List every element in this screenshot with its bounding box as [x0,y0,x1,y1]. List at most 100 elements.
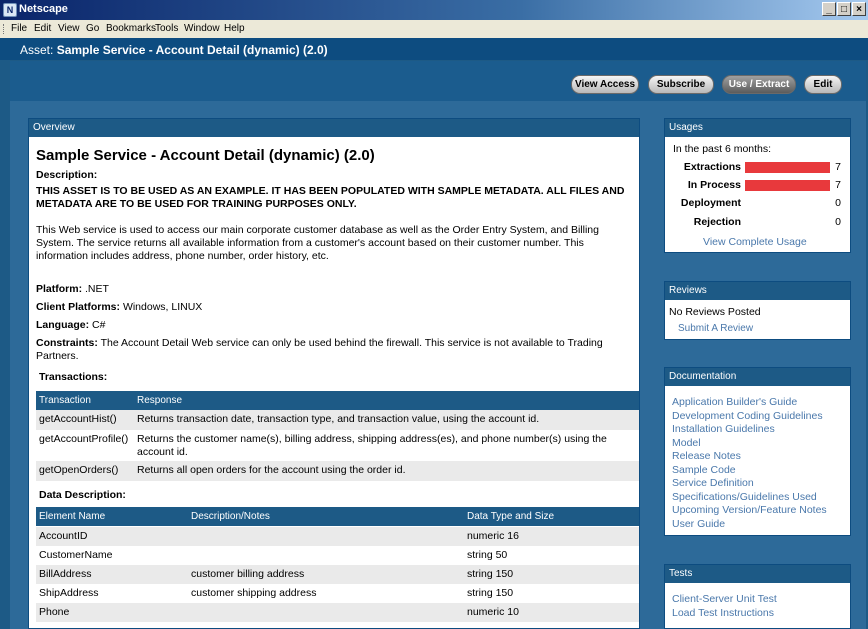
transaction-response: Returns transaction date, transaction ty… [137,413,540,425]
tests-panel: Tests Client-Server Unit Test Load Test … [664,564,851,629]
tests-list: Client-Server Unit Test Load Test Instru… [672,593,777,620]
doc-link-sample-code[interactable]: Sample Code [672,464,827,478]
menu-bookmarks[interactable]: Bookmarks [106,23,156,34]
usage-bar [745,180,830,191]
table-row: CustomerName string 50 [36,546,639,565]
data-element-name: AccountID [39,530,88,542]
data-header: Element Name Description/Notes Data Type… [36,507,639,526]
usage-count: 7 [835,161,841,173]
asset-prefix: Asset: [20,43,54,57]
constraints-label: Constraints: [36,337,98,349]
usage-label: Deployment [680,197,741,209]
transactions-col-transaction: Transaction [39,395,91,406]
asset-heading: Asset: Sample Service - Account Detail (… [20,43,328,57]
menu-view[interactable]: View [58,23,80,34]
page-title: Sample Service - Account Detail (dynamic… [36,147,375,164]
transaction-response: Returns all open orders for the account … [137,464,406,476]
usage-row-deployment: Deployment 0 [665,196,851,212]
doc-link-upcoming-version[interactable]: Upcoming Version/Feature Notes [672,504,827,518]
use-extract-button[interactable]: Use / Extract [722,75,796,94]
data-element-name: CustomerName [39,549,113,561]
data-element-notes: customer billing address [191,568,305,580]
data-description-label: Data Description: [39,489,126,501]
test-link-load-test[interactable]: Load Test Instructions [672,607,777,621]
no-reviews-text: No Reviews Posted [669,306,761,318]
transactions-header: Transaction Response [36,391,639,410]
doc-link-service-definition[interactable]: Service Definition [672,477,827,491]
platform-line: Platform: .NET [36,283,109,295]
transactions-label: Transactions: [39,371,108,383]
data-element-type: numeric 10 [467,606,519,618]
overview-panel: Overview Sample Service - Account Detail… [28,118,640,629]
usages-period: In the past 6 months: [673,143,772,155]
transactions-col-response: Response [137,395,183,406]
subscribe-button[interactable]: Subscribe [648,75,714,94]
usages-header: Usages [665,119,850,137]
minimize-icon[interactable]: _ [822,2,836,16]
client-platforms-label: Client Platforms: [36,301,121,313]
doc-link-user-guide[interactable]: User Guide [672,518,827,532]
data-element-type: numeric 16 [467,530,519,542]
description-notice: THIS ASSET IS TO BE USED AS AN EXAMPLE. … [36,185,625,210]
data-element-name: Phone [39,606,70,618]
window-controls: _ □ × [822,2,866,16]
table-row: ShipAddress customer shipping address st… [36,584,639,603]
menu-edit[interactable]: Edit [34,23,51,34]
doc-link-release-notes[interactable]: Release Notes [672,450,827,464]
menu-file[interactable]: File [11,23,27,34]
doc-link-model[interactable]: Model [672,437,827,451]
transaction-name: getAccountProfile() [39,433,129,445]
documentation-header: Documentation [665,368,850,386]
doc-link-specifications[interactable]: Specifications/Guidelines Used [672,491,827,505]
usage-bar [745,162,830,173]
menu-window[interactable]: Window [184,23,220,34]
description-text: This Web service is used to access our m… [36,224,599,262]
doc-link-dev-coding-guidelines[interactable]: Development Coding Guidelines [672,410,827,424]
netscape-logo-icon: N [3,3,17,17]
data-element-type: string 150 [467,568,514,580]
reviews-panel: Reviews No Reviews Posted Submit A Revie… [664,281,851,340]
toolbar-grip[interactable] [3,24,7,34]
usage-label: Rejection [693,216,741,228]
doc-link-app-builders-guide[interactable]: Application Builder's Guide [672,396,827,410]
menu-help[interactable]: Help [224,23,245,34]
overview-header: Overview [29,119,639,137]
data-col-type: Data Type and Size [467,511,555,522]
client-platforms-line: Client Platforms: Windows, LINUX [36,301,202,313]
menu-go[interactable]: Go [86,23,99,34]
usage-row-extractions: Extractions 7 [665,160,851,176]
usages-panel: Usages In the past 6 months: Extractions… [664,118,851,253]
data-col-element: Element Name [39,511,106,522]
data-element-name: BillAddress [39,568,92,580]
tests-header: Tests [665,565,850,583]
window-title: Netscape [19,3,68,15]
window-titlebar: N Netscape _ □ × [0,0,868,20]
edit-button[interactable]: Edit [804,75,842,94]
menu-tools[interactable]: Tools [155,23,178,34]
view-complete-usage-link[interactable]: View Complete Usage [703,236,807,248]
client-platforms-value: Windows, LINUX [122,301,203,313]
table-row: getOpenOrders() Returns all open orders … [36,461,639,481]
table-row: Phone numeric 10 [36,603,639,622]
reviews-header: Reviews [665,282,850,300]
platform-label: Platform: [36,283,83,295]
submit-review-link[interactable]: Submit A Review [678,323,753,334]
data-element-type: string 150 [467,587,514,599]
description-label: Description: [36,169,98,181]
test-link-client-server[interactable]: Client-Server Unit Test [672,593,777,607]
language-value: C# [92,319,106,331]
asset-name: Sample Service - Account Detail (dynamic… [56,43,328,57]
table-row: getAccountProfile() Returns the customer… [36,430,639,461]
usage-label: Extractions [683,161,741,173]
maximize-icon[interactable]: □ [837,2,851,16]
table-row: BillAddress customer billing address str… [36,565,639,584]
constraints-line: Constraints: The Account Detail Web serv… [36,337,636,363]
doc-link-installation-guidelines[interactable]: Installation Guidelines [672,423,827,437]
data-element-notes: customer shipping address [191,587,317,599]
documentation-list: Application Builder's Guide Development … [672,396,827,531]
data-element-type: string 50 [467,549,508,561]
close-icon[interactable]: × [852,2,866,16]
menu-bar: File Edit View Go Bookmarks Tools Window… [0,20,868,39]
transaction-name: getOpenOrders() [39,464,119,476]
view-access-button[interactable]: View Access [571,75,639,94]
